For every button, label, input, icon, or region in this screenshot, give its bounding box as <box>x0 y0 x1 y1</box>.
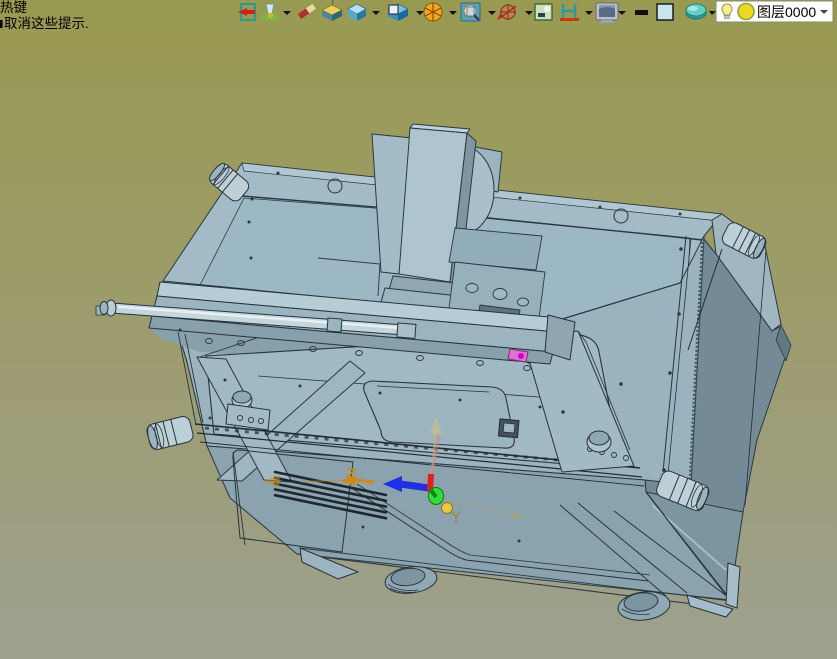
svg-text:热键: 热键 <box>0 0 27 15</box>
svg-text:取消这些提示.: 取消这些提示. <box>4 15 89 31</box>
svg-text:图层0000: 图层0000 <box>757 4 816 20</box>
